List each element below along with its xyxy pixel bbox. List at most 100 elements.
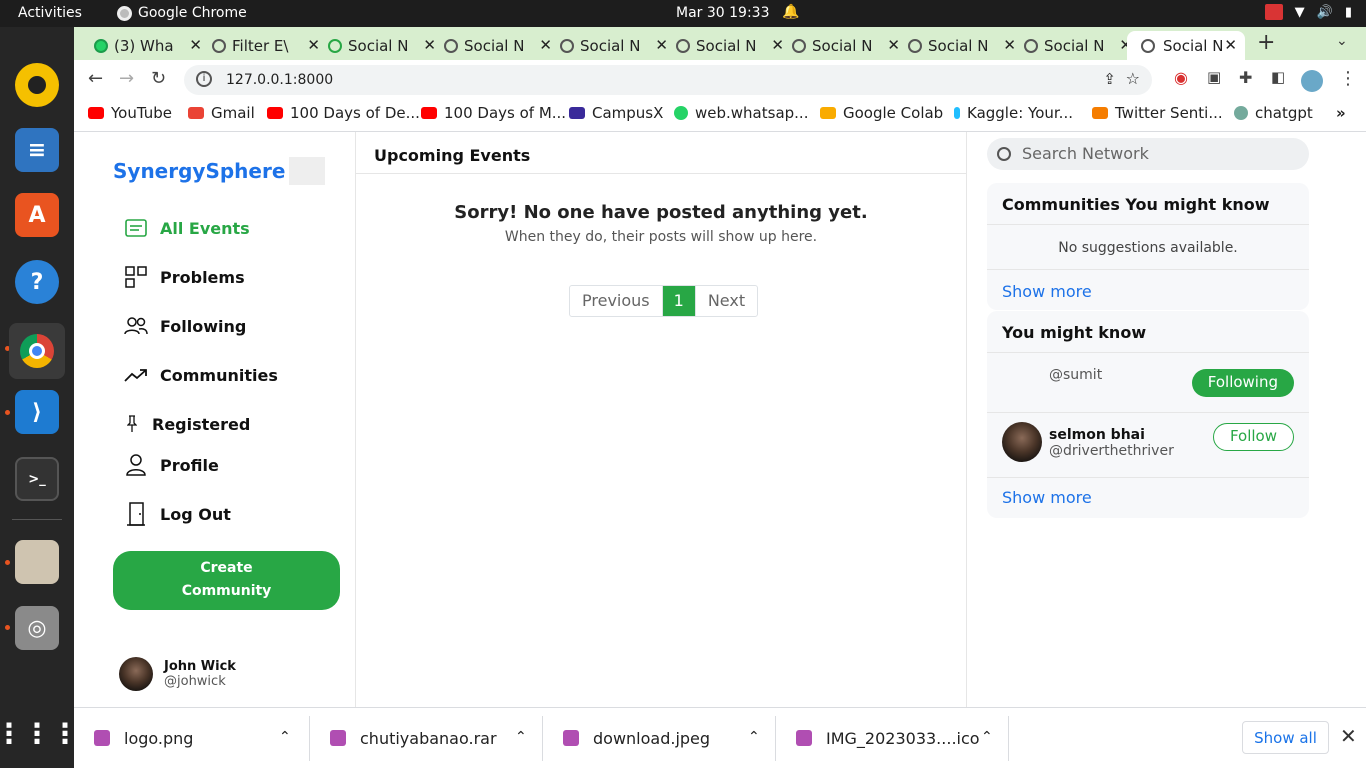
- logo-icon: [289, 157, 326, 185]
- current-page[interactable]: 1: [661, 286, 696, 316]
- close-icon[interactable]: ✕: [307, 36, 320, 54]
- tab-title: Social N: [348, 36, 409, 55]
- help-icon[interactable]: ?: [15, 260, 59, 304]
- new-tab-button[interactable]: +: [1257, 30, 1275, 55]
- app-grid-icon[interactable]: ⋮⋮⋮: [0, 711, 79, 755]
- chevron-up-icon[interactable]: ⌃: [748, 729, 760, 745]
- image-file-icon: [94, 730, 110, 746]
- current-user[interactable]: John Wick @johwick: [119, 657, 236, 691]
- puzzle-icon[interactable]: ✚: [1239, 68, 1252, 87]
- tab-search-icon[interactable]: ⌄: [1336, 33, 1348, 49]
- profile-avatar[interactable]: [1301, 70, 1323, 92]
- side-panel-icon[interactable]: ◧: [1271, 68, 1285, 86]
- tab-social-3[interactable]: Social N ✕: [560, 31, 676, 60]
- chatgpt-icon: [1234, 106, 1248, 120]
- software-center-icon[interactable]: A: [15, 193, 59, 237]
- globe-icon: [792, 39, 806, 53]
- globe-icon: [560, 39, 574, 53]
- bookmark-100days-m[interactable]: 100 Days of M...: [421, 104, 566, 122]
- bookmark-colab[interactable]: Google Colab: [820, 104, 943, 122]
- picture-in-picture-icon[interactable]: ▣: [1207, 68, 1221, 86]
- show-more-link[interactable]: Show more: [987, 478, 1309, 507]
- address-bar[interactable]: i 127.0.0.1:8000 ⇪ ☆: [184, 65, 1152, 95]
- next-page-button[interactable]: Next: [696, 286, 757, 316]
- tab-social-1[interactable]: Social N ✕: [328, 31, 444, 60]
- site-info-icon[interactable]: i: [196, 71, 212, 87]
- back-icon[interactable]: ←: [88, 68, 103, 89]
- chevron-up-icon[interactable]: ⌃: [515, 729, 527, 745]
- previous-page-button[interactable]: Previous: [570, 286, 662, 316]
- close-icon[interactable]: ✕: [1003, 36, 1016, 54]
- app-menu[interactable]: Google Chrome: [117, 5, 247, 21]
- brand[interactable]: SynergySphere: [113, 157, 326, 185]
- empty-state-title: Sorry! No one have posted anything yet.: [454, 202, 868, 223]
- globe-icon: [1141, 39, 1155, 53]
- close-icon[interactable]: ✕: [887, 36, 900, 54]
- running-dot: [5, 625, 10, 630]
- show-all-button[interactable]: Show all: [1242, 721, 1329, 754]
- tab-whatsapp[interactable]: (3) Wha ✕: [94, 31, 210, 60]
- bookmark-youtube[interactable]: YouTube: [88, 104, 172, 122]
- forward-icon[interactable]: →: [119, 68, 134, 89]
- blogger-icon: [1092, 107, 1108, 119]
- share-icon[interactable]: ⇪: [1103, 70, 1116, 88]
- clock[interactable]: Mar 30 19:33: [676, 5, 769, 21]
- list-item: @sumit Following: [987, 353, 1309, 413]
- youtube-icon: [88, 107, 104, 119]
- bookmark-label: Kaggle: Your...: [967, 104, 1073, 122]
- star-icon[interactable]: ☆: [1126, 69, 1140, 88]
- bookmark-twitter[interactable]: Twitter Senti...: [1092, 104, 1223, 122]
- disk-icon[interactable]: ◎: [15, 606, 59, 650]
- extension-icon[interactable]: ◉: [1174, 68, 1188, 87]
- chevron-up-icon[interactable]: ⌃: [981, 729, 993, 745]
- tab-social-4[interactable]: Social N ✕: [676, 31, 792, 60]
- bookmark-100days-de[interactable]: 100 Days of De...: [267, 104, 420, 122]
- archive-icon[interactable]: [15, 540, 59, 584]
- bookmark-campusx[interactable]: CampusX: [569, 104, 663, 122]
- download-item[interactable]: chutiyabanao.rar ⌃: [310, 708, 543, 769]
- menu-icon[interactable]: ⋮: [1339, 68, 1357, 89]
- bookmark-label: Twitter Senti...: [1115, 104, 1223, 122]
- close-icon[interactable]: ✕: [423, 36, 436, 54]
- bookmark-gmail[interactable]: Gmail: [188, 104, 255, 122]
- running-dot: [5, 560, 10, 565]
- download-item[interactable]: IMG_2023033....ico ⌃: [776, 708, 1009, 769]
- tab-filter[interactable]: Filter E\ ✕: [212, 31, 328, 60]
- close-icon[interactable]: ✕: [539, 36, 552, 54]
- close-icon[interactable]: ✕: [1340, 724, 1357, 748]
- close-icon[interactable]: ✕: [771, 36, 784, 54]
- writer-icon[interactable]: ≡: [15, 128, 59, 172]
- system-tray[interactable]: ▼ 🔊 ▮: [1264, 4, 1352, 20]
- tab-social-5[interactable]: Social N ✕: [792, 31, 908, 60]
- bookmarks-bar: YouTube Gmail 100 Days of De... 100 Days…: [74, 99, 1366, 132]
- download-item[interactable]: logo.png ⌃: [74, 708, 310, 769]
- file-name: chutiyabanao.rar: [360, 729, 497, 748]
- activities-button[interactable]: Activities: [18, 5, 82, 21]
- download-item[interactable]: download.jpeg ⌃: [543, 708, 776, 769]
- tab-social-active[interactable]: Social N ✕: [1127, 31, 1245, 60]
- reload-icon[interactable]: ↻: [151, 68, 166, 89]
- terminal-icon[interactable]: >_: [15, 457, 59, 501]
- globe-icon: [444, 39, 458, 53]
- follow-button[interactable]: Follow: [1212, 423, 1294, 451]
- following-button[interactable]: Following: [1191, 369, 1294, 397]
- tab-social-6[interactable]: Social N ✕: [908, 31, 1024, 60]
- close-icon[interactable]: ✕: [189, 36, 202, 54]
- chrome-dock-icon[interactable]: [9, 323, 65, 379]
- bookmark-kaggle[interactable]: Kaggle: Your...: [954, 104, 1073, 122]
- create-community-button[interactable]: Create Community: [113, 551, 340, 610]
- more-bookmarks-icon[interactable]: »: [1336, 104, 1346, 122]
- close-icon[interactable]: ✕: [1224, 36, 1237, 54]
- rhythmbox-icon[interactable]: [15, 63, 59, 107]
- vscode-icon[interactable]: ⟩: [15, 390, 59, 434]
- show-more-link[interactable]: Show more: [987, 270, 1309, 301]
- tab-social-7[interactable]: Social N ✕: [1024, 31, 1140, 60]
- bookmark-chatgpt[interactable]: chatgpt: [1234, 104, 1313, 122]
- search-input[interactable]: Search Network: [987, 138, 1309, 170]
- bookmark-whatsapp[interactable]: web.whatsap...: [674, 104, 808, 122]
- chevron-up-icon[interactable]: ⌃: [279, 729, 291, 745]
- bookmark-label: 100 Days of De...: [290, 104, 420, 122]
- url-text: 127.0.0.1:8000: [226, 72, 334, 88]
- tab-social-2[interactable]: Social N ✕: [444, 31, 560, 60]
- close-icon[interactable]: ✕: [655, 36, 668, 54]
